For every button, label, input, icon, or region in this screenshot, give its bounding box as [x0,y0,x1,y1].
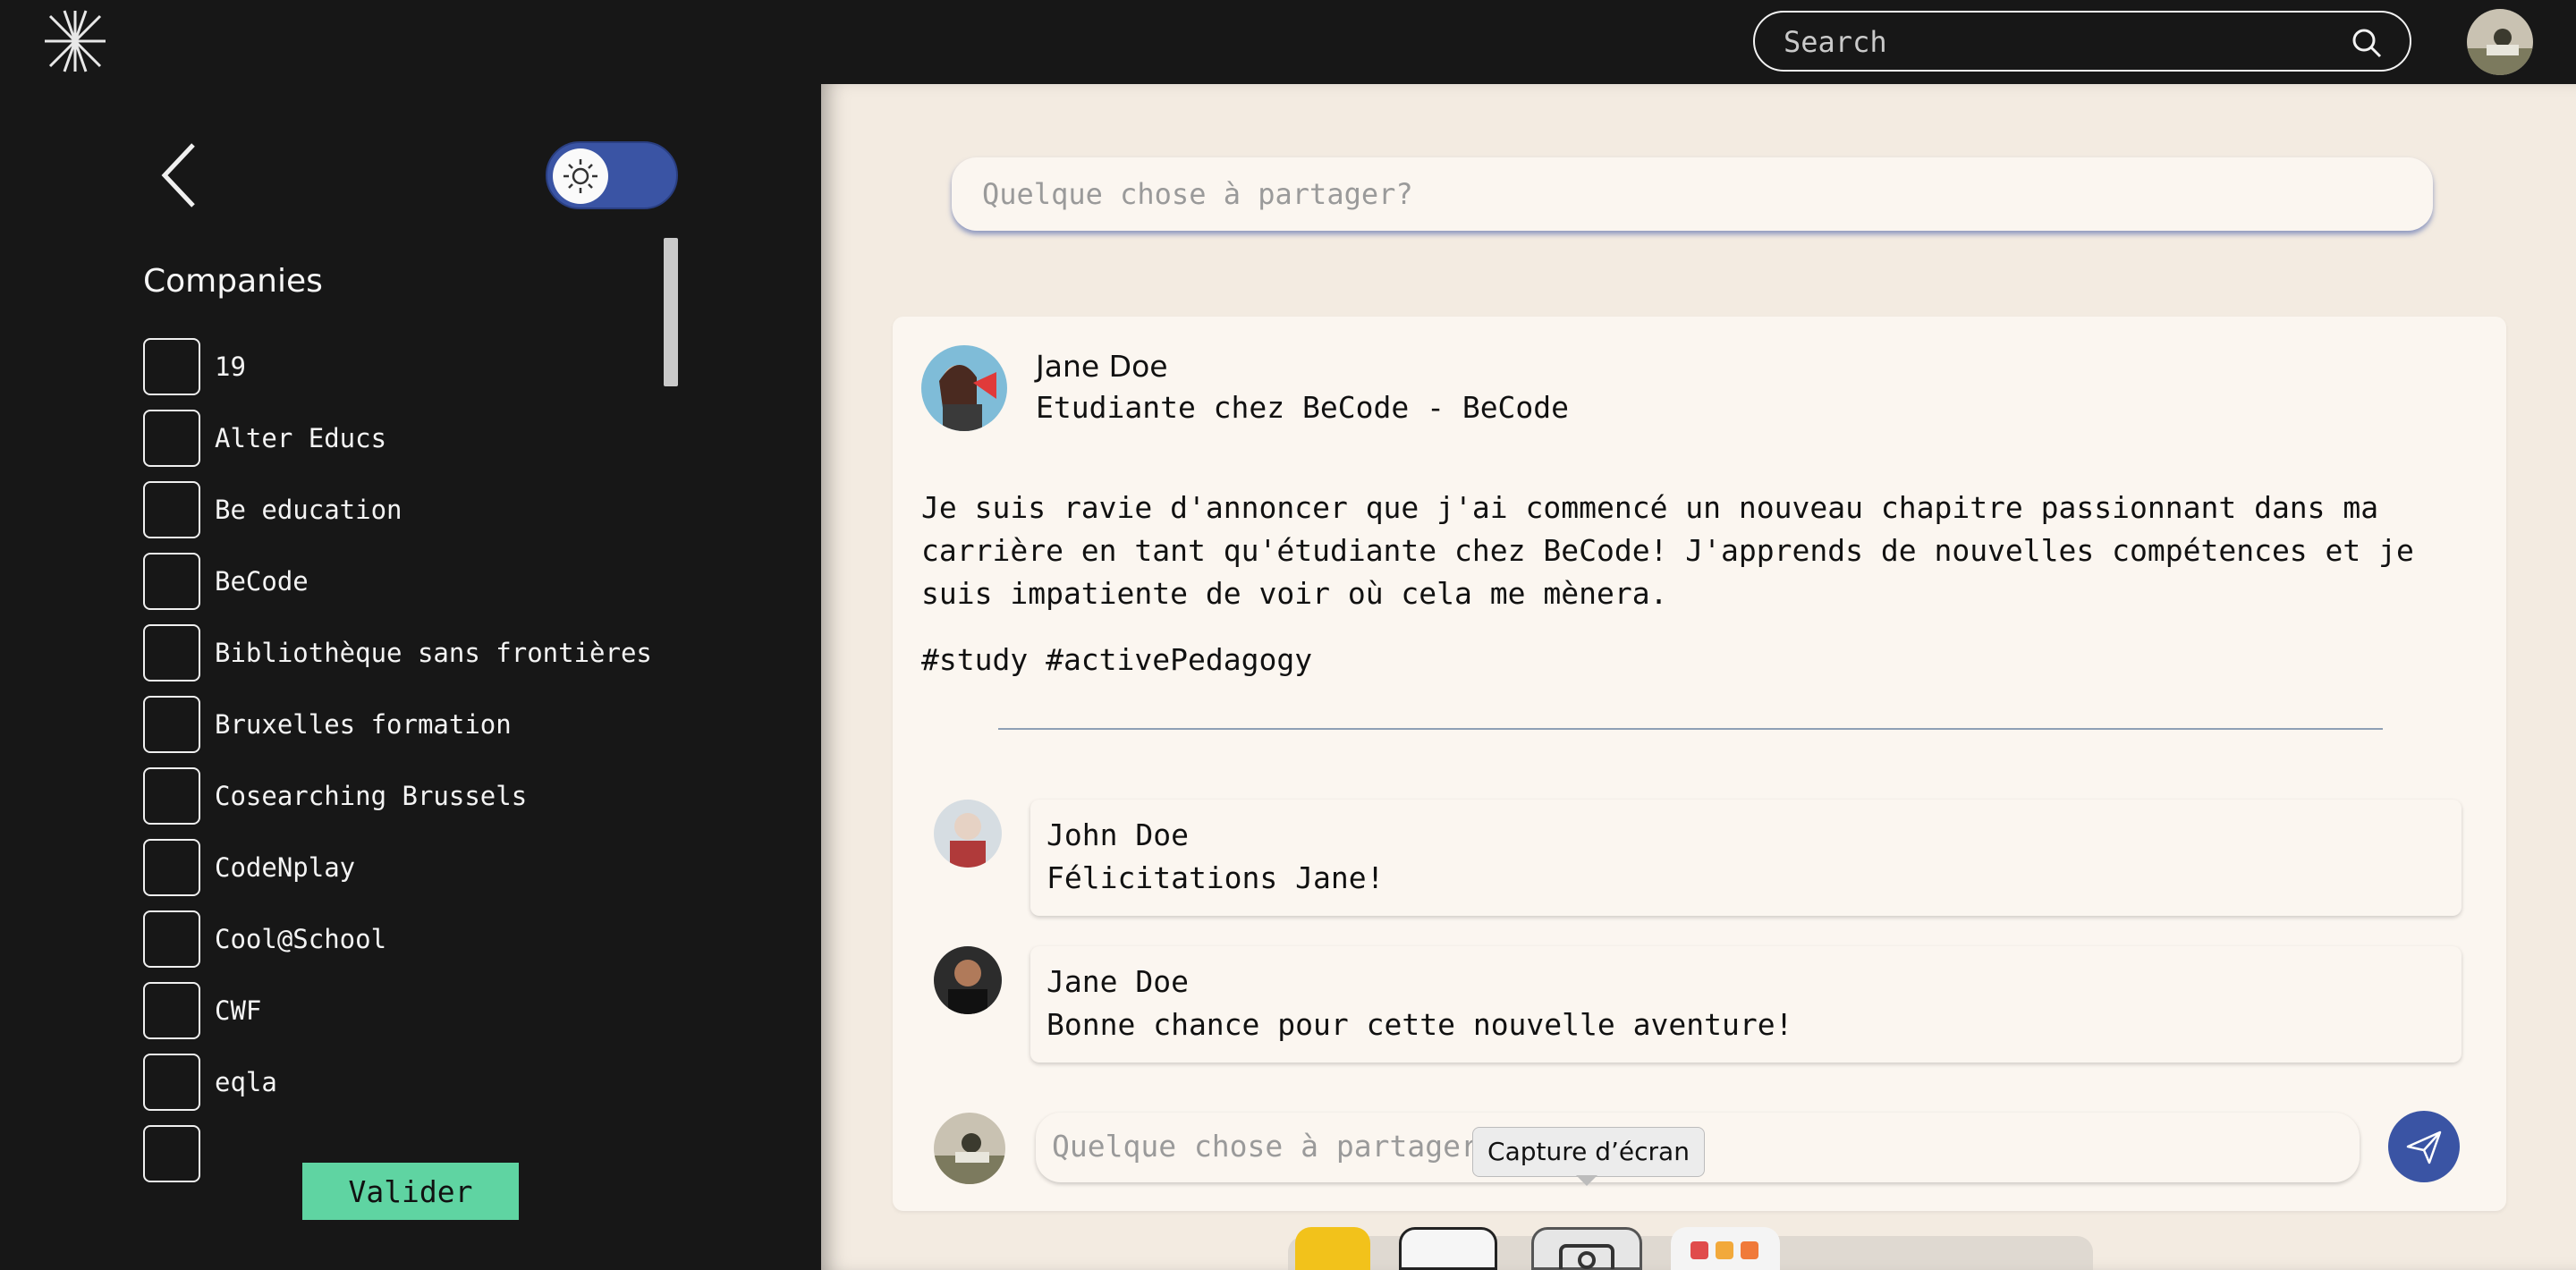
company-label: CodeNplay [215,852,356,883]
comment-box: Jane Doe Bonne chance pour cette nouvell… [1030,946,2462,1063]
current-user-avatar [934,1113,1005,1184]
company-checkbox[interactable] [143,982,200,1039]
share-box[interactable] [952,157,2433,231]
tooltip-arrow [1576,1175,1597,1186]
company-checkbox[interactable] [143,1125,200,1182]
comment-author[interactable]: John Doe [1046,817,1189,852]
comment: Jane Doe Bonne chance pour cette nouvell… [934,946,2490,1063]
company-item[interactable]: Cool@School [143,903,662,975]
chevron-left-icon[interactable] [157,140,202,211]
author-avatar[interactable] [921,345,1007,431]
company-checkbox[interactable] [143,553,200,610]
search-input[interactable] [1784,21,2320,63]
company-label: Cool@School [215,924,387,954]
company-item[interactable]: eqla [143,1046,662,1118]
company-label: Bibliothèque sans frontières [215,638,652,668]
divider [998,728,2383,730]
comment-text: Félicitations Jane! [1046,860,1385,895]
company-checkbox[interactable] [143,410,200,467]
launchpad-app-icon[interactable] [1671,1227,1780,1270]
company-item[interactable]: 19 [143,331,662,402]
validate-button[interactable]: Valider [302,1163,519,1220]
company-checkbox[interactable] [143,910,200,968]
company-label: eqla [215,1067,277,1097]
comment-box: John Doe Félicitations Jane! [1030,800,2462,916]
main-feed: Jane Doe Etudiante chez BeCode - BeCode … [821,84,2576,1270]
post-author-role: Etudiante chez BeCode - BeCode [1036,390,1570,425]
post-author-name[interactable]: Jane Doe [1036,349,1168,384]
search-icon[interactable] [2351,27,2383,59]
company-label: Bruxelles formation [215,709,512,740]
company-label: Be education [215,495,402,525]
company-item[interactable]: Bruxelles formation [143,689,662,760]
company-checkbox[interactable] [143,1054,200,1111]
post-hashtags[interactable]: #study #activePedagogy [921,642,1312,677]
scrollbar-thumb[interactable] [664,238,678,386]
post-body: Je suis ravie d'annoncer que j'ai commen… [921,490,2414,611]
company-label: Cosearching Brussels [215,781,528,811]
company-checkbox[interactable] [143,338,200,395]
company-item[interactable]: Cosearching Brussels [143,760,662,832]
company-checkbox[interactable] [143,839,200,896]
company-item[interactable]: CodeNplay [143,832,662,903]
company-list: 19 Alter Educs Be education BeCode Bibli… [143,331,662,1207]
theme-toggle[interactable] [546,141,678,209]
sun-icon [564,159,597,193]
screenshot-tooltip: Capture d’écran [1472,1127,1705,1177]
top-bar [0,0,2576,84]
screenshot-app-icon[interactable] [1531,1227,1642,1270]
comment: John Doe Félicitations Jane! [934,800,2490,916]
brand-logo-icon[interactable] [39,7,111,75]
company-checkbox[interactable] [143,481,200,538]
send-button[interactable] [2388,1111,2460,1182]
company-label: 19 [215,351,246,382]
company-item[interactable]: BeCode [143,546,662,617]
company-item[interactable]: Alter Educs [143,402,662,474]
comment-author[interactable]: Jane Doe [1046,964,1189,999]
commenter-avatar[interactable] [934,946,1002,1014]
toggle-knob [553,148,608,204]
notes-app-icon[interactable] [1295,1227,1370,1270]
company-item[interactable]: CWF [143,975,662,1046]
send-icon [2406,1130,2442,1164]
company-checkbox[interactable] [143,696,200,753]
company-label: BeCode [215,566,309,597]
company-checkbox[interactable] [143,767,200,825]
search-bar[interactable] [1753,11,2411,72]
user-avatar[interactable] [2467,9,2533,75]
company-label: CWF [215,995,262,1026]
company-item[interactable]: Be education [143,474,662,546]
companies-heading: Companies [143,263,323,300]
filter-sidebar: Companies 19 Alter Educs Be education Be… [0,84,821,1270]
company-label: Alter Educs [215,423,387,453]
share-input[interactable] [982,174,2395,215]
company-item[interactable]: Bibliothèque sans frontières [143,617,662,689]
comment-text: Bonne chance pour cette nouvelle aventur… [1046,1007,1793,1042]
commenter-avatar[interactable] [934,800,1002,868]
notion-app-icon[interactable] [1399,1227,1497,1270]
post-card: Jane Doe Etudiante chez BeCode - BeCode … [893,317,2506,1211]
company-checkbox[interactable] [143,624,200,682]
